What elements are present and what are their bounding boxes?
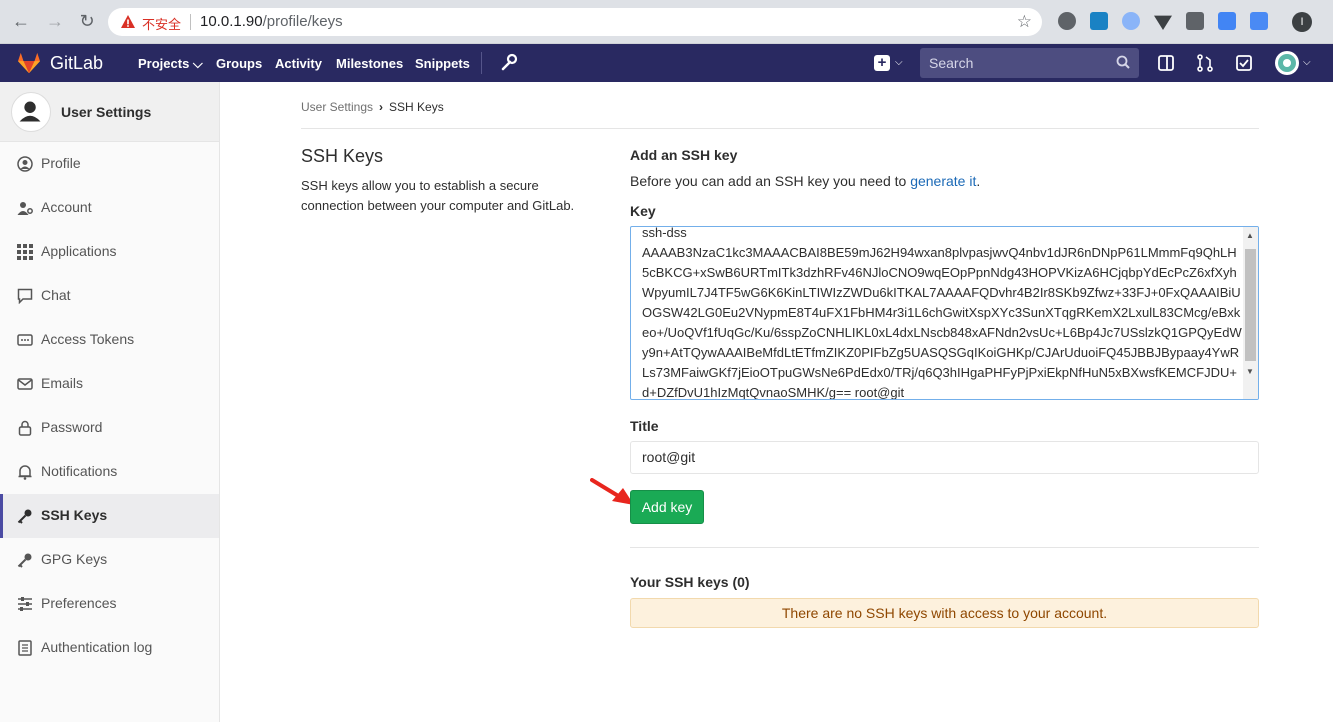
extension-icon[interactable] [1122, 12, 1140, 30]
browser-toolbar: ← → ↻ 不安全 10.0.1.90/profile/keys ☆ I [0, 0, 1333, 44]
access-tokens-icon [17, 334, 33, 346]
sidebar-title: User Settings [61, 104, 152, 120]
key-textarea[interactable]: ssh-dss AAAAB3NzaC1kc3MAAACBAI8BE59mJ62H… [630, 226, 1259, 400]
extension-icon[interactable] [1186, 12, 1204, 30]
breadcrumb-current[interactable]: SSH Keys [389, 100, 444, 114]
applications-icon [17, 244, 33, 260]
lock-icon [18, 420, 32, 436]
no-keys-alert: There are no SSH keys with access to you… [630, 598, 1259, 628]
title-label: Title [630, 418, 659, 434]
scroll-up-icon[interactable]: ▲ [1246, 231, 1254, 240]
your-ssh-keys-heading: Your SSH keys (0) [630, 574, 750, 590]
wrench-icon[interactable] [500, 53, 518, 71]
generate-it-link[interactable]: generate it [910, 173, 976, 189]
key-scrollbar[interactable]: ▲ ▼ [1243, 227, 1258, 399]
profile-icon [17, 156, 33, 172]
sidebar-item-chat[interactable]: Chat [0, 274, 219, 318]
back-icon[interactable]: ← [10, 10, 32, 32]
merge-request-icon[interactable] [1196, 54, 1214, 72]
sidebar-item-authentication-log[interactable]: Authentication log [0, 626, 219, 670]
translate-icon[interactable] [1218, 12, 1236, 30]
key-value: ssh-dss AAAAB3NzaC1kc3MAAACBAI8BE59mJ62H… [642, 226, 1242, 400]
forward-icon[interactable]: → [44, 10, 66, 32]
sidebar-item-notifications[interactable]: Notifications [0, 450, 219, 494]
sidebar-item-preferences[interactable]: Preferences [0, 582, 219, 626]
url-text[interactable]: 10.0.1.90/profile/keys [200, 13, 343, 30]
chevron-down-icon[interactable]: ⌵ [895, 57, 903, 68]
key-label: Key [630, 203, 656, 219]
sidebar-item-ssh-keys[interactable]: SSH Keys [0, 494, 219, 538]
sidebar-item-applications[interactable]: Applications [0, 230, 219, 274]
scroll-down-icon[interactable]: ▼ [1246, 367, 1254, 376]
warning-icon [121, 15, 135, 28]
page-title: SSH Keys [301, 146, 384, 166]
search-input[interactable]: Search [920, 48, 1139, 78]
extension-icon[interactable] [1250, 12, 1268, 30]
search-icon [1116, 55, 1130, 69]
nav-milestones[interactable]: Milestones [336, 56, 403, 71]
insecure-label: 不安全 [142, 18, 182, 33]
sidebar-item-password[interactable]: Password [0, 406, 219, 450]
bookmark-star-icon[interactable]: ☆ [1017, 12, 1032, 32]
nav-groups[interactable]: Groups [216, 56, 262, 71]
chevron-right-icon: › [379, 100, 384, 114]
todo-panel-icon[interactable] [1157, 54, 1175, 72]
gitlab-logo-icon[interactable] [16, 52, 42, 74]
extension-s-icon[interactable] [1090, 12, 1108, 30]
sidebar-item-emails[interactable]: Emails [0, 362, 219, 406]
extension-vpn-icon[interactable] [1154, 15, 1172, 30]
nav-snippets[interactable]: Snippets [415, 56, 470, 71]
add-key-button[interactable]: Add key [630, 490, 704, 524]
reload-icon[interactable]: ↻ [76, 10, 98, 32]
sidebar-item-access-tokens[interactable]: Access Tokens [0, 318, 219, 362]
sidebar-item-profile[interactable]: Profile [0, 142, 219, 186]
sidebar-item-gpg-keys[interactable]: GPG Keys [0, 538, 219, 582]
breadcrumb-parent[interactable]: User Settings [301, 100, 373, 114]
user-avatar[interactable] [1275, 51, 1299, 75]
log-icon [18, 640, 32, 656]
sidebar-header[interactable]: User Settings [0, 82, 219, 142]
page-description: SSH keys allow you to establish a secure… [301, 178, 575, 213]
chevron-down-icon[interactable]: ⌵ [1303, 57, 1311, 68]
title-input[interactable]: root@git [630, 441, 1259, 474]
email-icon [17, 378, 33, 390]
key-icon [17, 553, 32, 568]
breadcrumb: User Settings › SSH Keys [301, 100, 444, 114]
add-key-heading: Add an SSH key [630, 147, 738, 163]
new-item-icon[interactable]: + [874, 55, 890, 71]
gitlab-brand[interactable]: GitLab [50, 53, 103, 74]
user-settings-avatar-icon [11, 92, 51, 132]
browser-profile-avatar[interactable]: I [1292, 12, 1312, 32]
add-key-description: Before you can add an SSH key you need t… [630, 173, 981, 189]
extension-icon[interactable] [1058, 12, 1076, 30]
address-bar[interactable]: 不安全 10.0.1.90/profile/keys ☆ [108, 8, 1042, 36]
bell-icon [18, 465, 32, 480]
key-icon [17, 509, 32, 524]
todos-icon[interactable] [1235, 54, 1253, 72]
settings-sidebar: User Settings Profile Account Applicatio… [0, 82, 220, 722]
nav-activity[interactable]: Activity [275, 56, 322, 71]
gitlab-navbar: GitLab Projects ⌵ Groups Activity Milest… [0, 44, 1333, 82]
account-icon [17, 202, 33, 215]
sliders-icon [18, 597, 32, 611]
nav-projects[interactable]: Projects ⌵ [138, 56, 203, 72]
chat-icon [17, 288, 33, 304]
sidebar-item-account[interactable]: Account [0, 186, 219, 230]
